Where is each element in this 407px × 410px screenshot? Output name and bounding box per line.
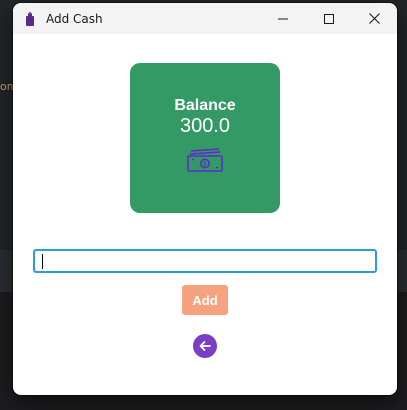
maximize-icon xyxy=(324,13,334,24)
minimize-button[interactable] xyxy=(260,3,306,34)
app-icon xyxy=(24,11,36,27)
back-arrow-icon xyxy=(199,341,211,351)
maximize-button[interactable] xyxy=(306,3,352,34)
balance-card: Balance 300.0 $ xyxy=(130,63,280,213)
add-button[interactable]: Add xyxy=(182,285,228,315)
close-button[interactable] xyxy=(351,3,397,34)
add-cash-window: Add Cash Balance 300.0 $ Add xyxy=(13,3,397,395)
cash-icon: $ xyxy=(187,148,223,172)
close-icon xyxy=(368,13,380,24)
amount-input[interactable] xyxy=(33,249,377,273)
svg-text:$: $ xyxy=(203,160,207,168)
title-bar[interactable]: Add Cash xyxy=(13,3,397,34)
window-title: Add Cash xyxy=(46,11,103,26)
minimize-icon xyxy=(278,18,288,19)
balance-label: Balance xyxy=(174,97,236,114)
text-caret xyxy=(42,254,43,269)
back-button[interactable] xyxy=(193,334,217,358)
balance-value: 300.0 xyxy=(179,115,231,137)
